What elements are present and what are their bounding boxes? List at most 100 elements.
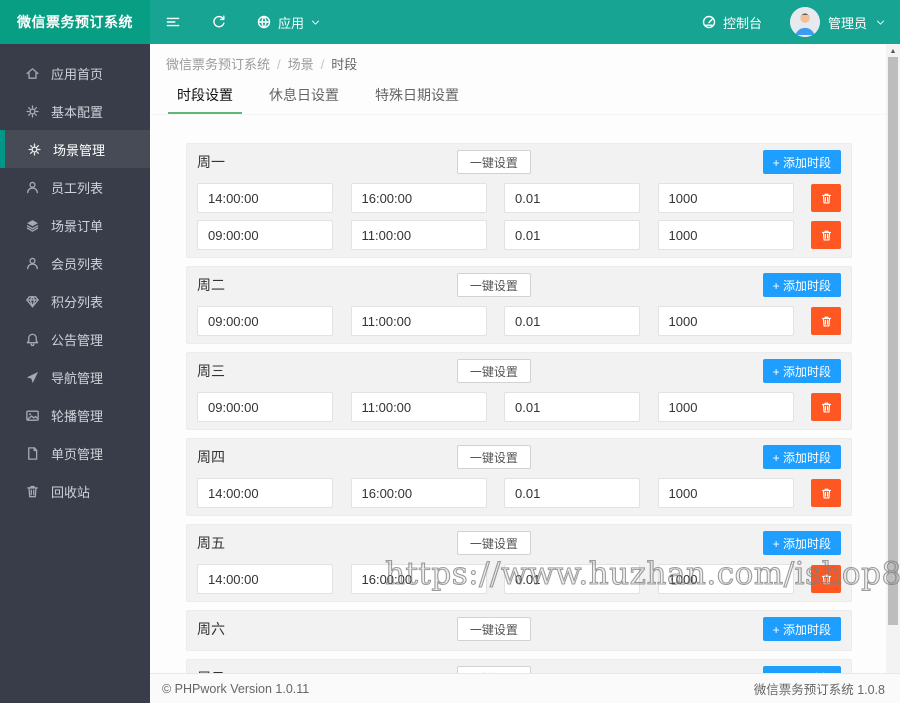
price-input[interactable] <box>504 183 640 213</box>
price-input[interactable] <box>504 392 640 422</box>
start-time-input[interactable] <box>197 478 333 508</box>
bell-icon <box>25 332 40 347</box>
start-time-input[interactable] <box>197 392 333 422</box>
gear-icon <box>27 142 42 157</box>
add-slot-button[interactable]: + 添加时段 <box>762 617 841 641</box>
delete-slot-button[interactable] <box>811 221 841 249</box>
time-slot-row <box>197 183 841 213</box>
stock-input[interactable] <box>657 478 794 508</box>
add-slot-button[interactable]: + 添加时段 <box>762 445 841 469</box>
user-icon <box>25 180 40 195</box>
start-time-input[interactable] <box>197 220 333 250</box>
gear-icon <box>25 104 40 119</box>
time-slot-row <box>197 306 841 336</box>
app-icon <box>256 14 272 30</box>
console-link[interactable]: 控制台 <box>687 0 776 44</box>
day-card-header: 周四 一键设置 + 添加时段 <box>197 443 841 471</box>
day-card: 周二 一键设置 + 添加时段 <box>186 266 852 344</box>
trash-icon <box>820 315 833 328</box>
end-time-input[interactable] <box>350 392 487 422</box>
sidebar-item-积分列表[interactable]: 积分列表 <box>0 282 150 320</box>
delete-slot-button[interactable] <box>811 479 841 507</box>
quick-set-button[interactable]: 一键设置 <box>456 617 531 641</box>
top-bar-spacer <box>335 0 687 44</box>
sidebar-item-单页管理[interactable]: 单页管理 <box>0 434 150 472</box>
breadcrumb-separator: / <box>320 57 325 72</box>
sidebar-item-员工列表[interactable]: 员工列表 <box>0 168 150 206</box>
add-slot-button[interactable]: + 添加时段 <box>762 150 841 174</box>
day-card: 周六 一键设置 + 添加时段 <box>186 610 852 651</box>
app-logo: 微信票务预订系统 <box>0 0 150 44</box>
stock-input[interactable] <box>657 564 794 594</box>
day-card-header: 周三 一键设置 + 添加时段 <box>197 357 841 385</box>
sidebar-item-label: 会员列表 <box>51 256 104 272</box>
price-input[interactable] <box>504 478 640 508</box>
start-time-input[interactable] <box>197 564 333 594</box>
stock-input[interactable] <box>657 306 794 336</box>
sidebar-item-轮播管理[interactable]: 轮播管理 <box>0 396 150 434</box>
sidebar-item-label: 积分列表 <box>51 294 104 310</box>
end-time-input[interactable] <box>350 220 487 250</box>
sidebar-item-label: 员工列表 <box>51 180 104 196</box>
start-time-input[interactable] <box>197 306 333 336</box>
stock-input[interactable] <box>657 220 794 250</box>
delete-slot-button[interactable] <box>811 307 841 335</box>
trash-icon <box>820 487 833 500</box>
user-icon <box>25 256 40 271</box>
sidebar-item-label: 应用首页 <box>51 66 104 82</box>
chevron-down-icon <box>310 17 321 28</box>
delete-slot-button[interactable] <box>811 565 841 593</box>
start-time-input[interactable] <box>197 183 333 213</box>
day-label: 周五 <box>197 535 225 551</box>
scrollbar-track[interactable]: ▲ <box>886 44 900 673</box>
scrollbar-thumb[interactable] <box>888 57 898 625</box>
end-time-input[interactable] <box>350 478 487 508</box>
add-slot-button[interactable]: + 添加时段 <box>762 359 841 383</box>
breadcrumb-item[interactable]: 场景 <box>288 57 314 72</box>
sidebar-item-公告管理[interactable]: 公告管理 <box>0 320 150 358</box>
sidebar-item-回收站[interactable]: 回收站 <box>0 472 150 510</box>
sidebar-item-基本配置[interactable]: 基本配置 <box>0 92 150 130</box>
day-card: 周一 一键设置 + 添加时段 <box>186 143 852 258</box>
sidebar-item-导航管理[interactable]: 导航管理 <box>0 358 150 396</box>
sidebar-item-场景订单[interactable]: 场景订单 <box>0 206 150 244</box>
end-time-input[interactable] <box>350 183 487 213</box>
add-slot-button[interactable]: + 添加时段 <box>762 531 841 555</box>
price-input[interactable] <box>504 564 640 594</box>
app-menu[interactable]: 应用 <box>242 0 335 44</box>
sidebar-item-场景管理[interactable]: 场景管理 <box>0 130 150 168</box>
footer: © PHPwork Version 1.0.11 微信票务预订系统 1.0.8 <box>150 673 900 703</box>
menu-toggle-button[interactable] <box>150 0 196 44</box>
menu-toggle-icon <box>165 14 181 30</box>
refresh-button[interactable] <box>196 0 242 44</box>
quick-set-button[interactable]: 一键设置 <box>456 150 531 174</box>
breadcrumb-item[interactable]: 时段 <box>331 57 357 72</box>
price-input[interactable] <box>504 220 640 250</box>
layers-icon <box>25 218 40 233</box>
sidebar-item-会员列表[interactable]: 会员列表 <box>0 244 150 282</box>
scrollbar-up-arrow[interactable]: ▲ <box>886 45 900 57</box>
end-time-input[interactable] <box>350 306 487 336</box>
tab-特殊日期设置[interactable]: 特殊日期设置 <box>366 78 468 114</box>
navigation-icon <box>25 370 40 385</box>
tab-休息日设置[interactable]: 休息日设置 <box>260 78 348 114</box>
day-label: 周二 <box>197 277 225 293</box>
breadcrumb-item[interactable]: 微信票务预订系统 <box>166 57 270 72</box>
end-time-input[interactable] <box>350 564 487 594</box>
quick-set-button[interactable]: 一键设置 <box>456 445 531 469</box>
quick-set-button[interactable]: 一键设置 <box>456 531 531 555</box>
stock-input[interactable] <box>657 183 794 213</box>
stock-input[interactable] <box>657 392 794 422</box>
user-menu[interactable]: 管理员 <box>776 0 900 44</box>
quick-set-button[interactable]: 一键设置 <box>456 359 531 383</box>
tab-时段设置[interactable]: 时段设置 <box>168 78 242 114</box>
add-slot-button[interactable]: + 添加时段 <box>762 273 841 297</box>
day-card: 周四 一键设置 + 添加时段 <box>186 438 852 516</box>
quick-set-button[interactable]: 一键设置 <box>456 273 531 297</box>
sidebar-item-label: 单页管理 <box>51 446 104 462</box>
price-input[interactable] <box>504 306 640 336</box>
delete-slot-button[interactable] <box>811 184 841 212</box>
delete-slot-button[interactable] <box>811 393 841 421</box>
sidebar-item-应用首页[interactable]: 应用首页 <box>0 54 150 92</box>
trash-icon <box>25 484 40 499</box>
